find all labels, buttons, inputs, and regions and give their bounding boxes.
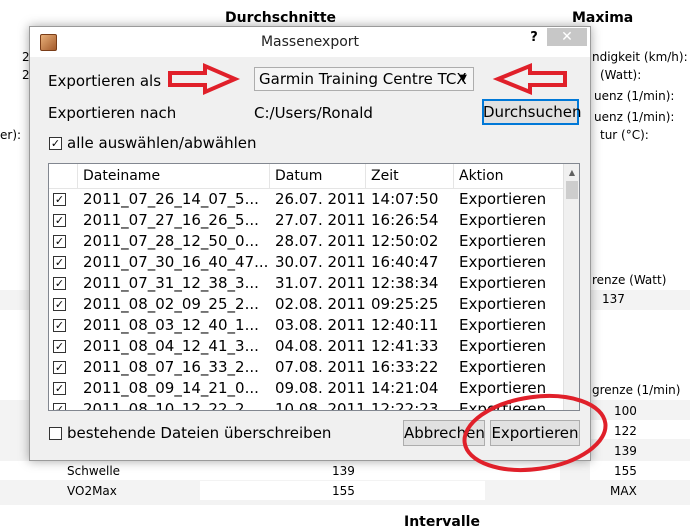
red-arrow-right-icon	[168, 62, 241, 96]
red-arrow-left-icon	[492, 63, 567, 95]
annotation-overlay	[168, 62, 608, 472]
red-circle-annotation	[462, 394, 608, 472]
